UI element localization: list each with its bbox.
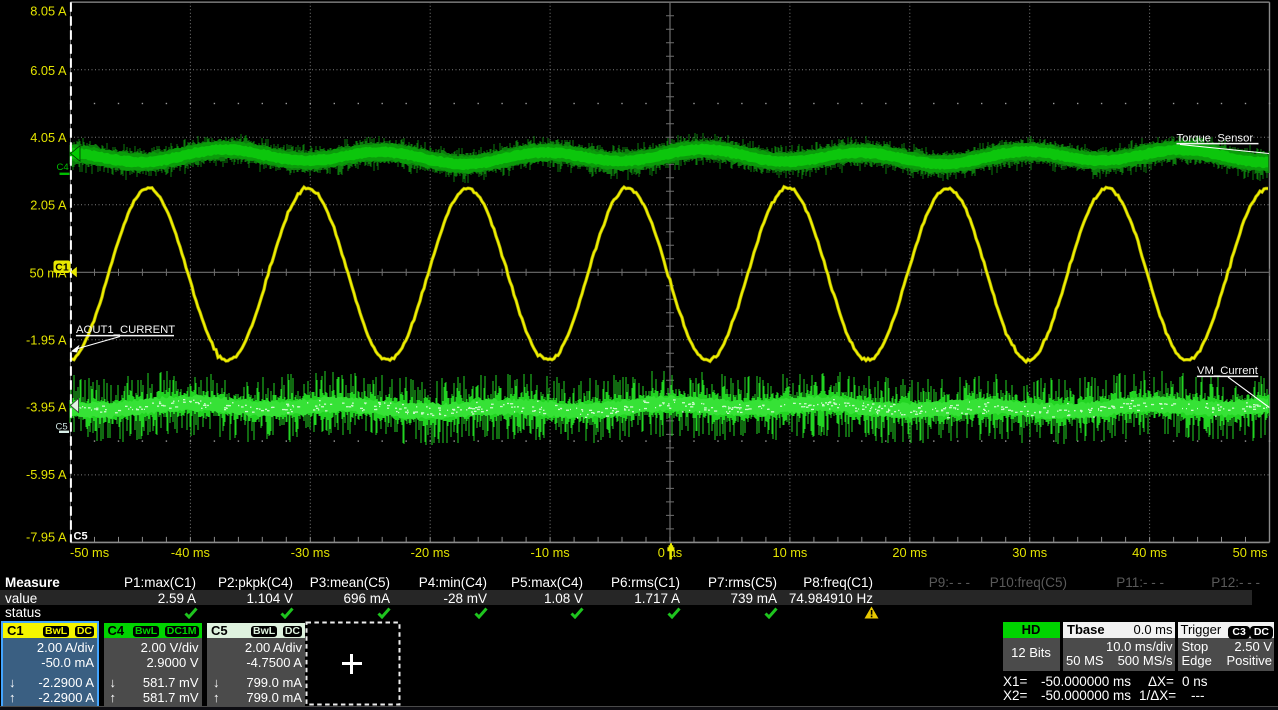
svg-text:20 ms: 20 ms xyxy=(892,545,927,560)
svg-text:Torque_Sensor: Torque_Sensor xyxy=(1177,132,1254,144)
svg-text:C4: C4 xyxy=(57,162,69,173)
svg-text:50 mA: 50 mA xyxy=(30,265,67,280)
svg-text:-50 ms: -50 ms xyxy=(70,545,109,560)
svg-text:30 ms: 30 ms xyxy=(1012,545,1047,560)
svg-text:40 ms: 40 ms xyxy=(1132,545,1167,560)
svg-text:4.05 A: 4.05 A xyxy=(30,130,67,145)
svg-text:10 ms: 10 ms xyxy=(772,545,807,560)
svg-text:2.05 A: 2.05 A xyxy=(30,197,67,212)
svg-text:6.05 A: 6.05 A xyxy=(30,63,67,78)
svg-text:-30 ms: -30 ms xyxy=(291,545,330,560)
svg-text:VM_Current: VM_Current xyxy=(1197,365,1259,377)
svg-text:-1.95 A: -1.95 A xyxy=(26,333,67,348)
svg-text:50 ms: 50 ms xyxy=(1233,545,1268,560)
svg-text:8.05 A: 8.05 A xyxy=(30,3,67,18)
svg-text:-5.95 A: -5.95 A xyxy=(26,467,67,482)
svg-text:C5: C5 xyxy=(74,531,88,543)
svg-text:-10 ms: -10 ms xyxy=(531,545,570,560)
svg-text:-7.95 A: -7.95 A xyxy=(26,529,67,544)
svg-text:-40 ms: -40 ms xyxy=(171,545,210,560)
svg-text:AOUT1_CURRENT: AOUT1_CURRENT xyxy=(76,324,175,336)
svg-text:-20 ms: -20 ms xyxy=(411,545,450,560)
svg-text:-3.95 A: -3.95 A xyxy=(26,400,67,415)
